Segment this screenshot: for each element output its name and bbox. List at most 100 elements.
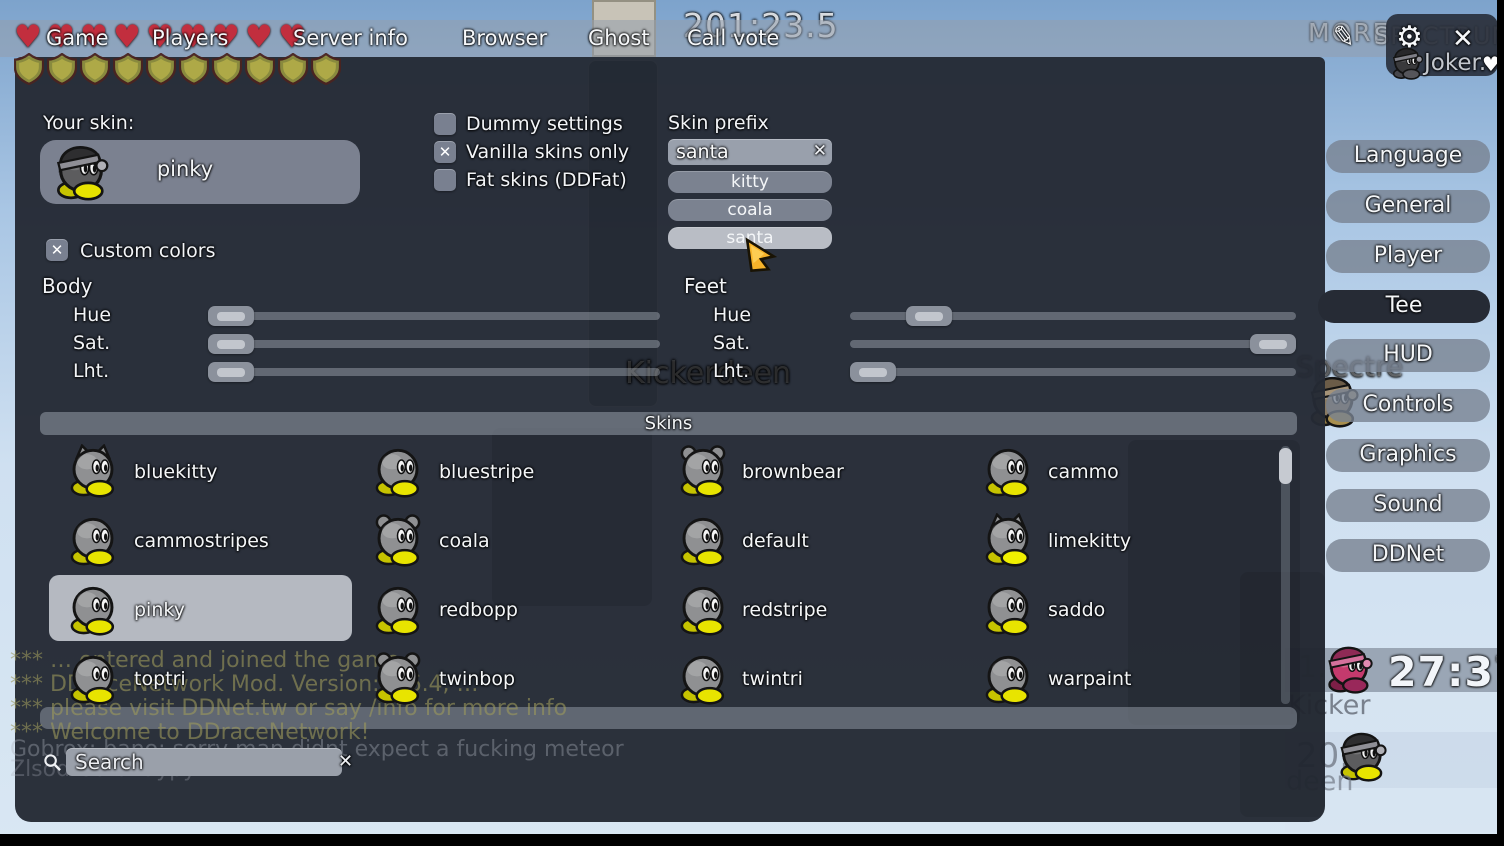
skins-scrollbar-track[interactable] <box>1281 446 1290 704</box>
clear-search-icon[interactable]: ✕ <box>338 751 353 772</box>
skin-icon[interactable] <box>676 651 730 705</box>
prefix-button-kitty[interactable]: kitty <box>668 171 832 193</box>
feet-lht-slider-handle[interactable] <box>850 362 896 382</box>
tab-sound[interactable]: Sound <box>1326 489 1490 522</box>
checkbox-mark: ✕ <box>51 241 64 259</box>
skin-item[interactable]: coala <box>439 530 490 552</box>
skin-icon[interactable] <box>676 582 730 636</box>
custom-colors-checkbox[interactable]: ✕ <box>46 239 68 261</box>
skin-icon[interactable] <box>66 444 120 498</box>
your-skin-tee-icon <box>52 143 110 201</box>
skins-header: Skins <box>40 412 1297 435</box>
skin-icon[interactable] <box>371 444 425 498</box>
custom-colors-label[interactable]: Custom colors <box>80 240 216 262</box>
tab-ddnet[interactable]: DDNet <box>1326 539 1490 572</box>
menu-server-info[interactable]: Server info <box>293 20 408 57</box>
skin-icon[interactable] <box>371 651 425 705</box>
your-skin-preview: pinky <box>40 140 360 204</box>
skin-icon[interactable] <box>66 513 120 567</box>
feet-sat-label: Sat. <box>713 332 750 354</box>
skin-item[interactable]: bluekitty <box>134 461 218 483</box>
body-lht-slider[interactable] <box>208 368 660 376</box>
world-label-joker: Joker. <box>1424 50 1486 76</box>
search-input[interactable]: Search <box>66 748 342 776</box>
skin-item[interactable]: default <box>742 530 809 552</box>
letterbox-bottom <box>0 834 1504 846</box>
skin-item[interactable]: bluestripe <box>439 461 534 483</box>
tab-general[interactable]: General <box>1326 190 1490 223</box>
skin-item[interactable]: brownbear <box>742 461 844 483</box>
shield-icon <box>245 53 275 89</box>
search-icon <box>43 753 62 772</box>
feet-sat-slider[interactable] <box>850 340 1296 348</box>
skins-scrollbar-thumb[interactable] <box>1279 448 1292 484</box>
menu-game[interactable]: Game <box>46 20 109 57</box>
tab-controls[interactable]: Controls <box>1326 389 1490 422</box>
scoreboard-time: 27:37 <box>1388 648 1504 696</box>
tab-hud[interactable]: HUD <box>1326 339 1490 372</box>
vanilla-skins-checkbox[interactable]: ✕ <box>434 141 456 163</box>
fat-skins-label[interactable]: Fat skins (DDFat) <box>466 169 627 191</box>
skin-item[interactable]: twintri <box>742 668 803 690</box>
menu-browser[interactable]: Browser <box>462 20 547 57</box>
feet-hue-slider-handle[interactable] <box>906 306 952 326</box>
body-sat-slider-handle[interactable] <box>208 334 254 354</box>
shield-icon <box>278 53 308 89</box>
menu-players[interactable]: Players <box>152 20 228 57</box>
skin-icon[interactable] <box>371 582 425 636</box>
feet-lht-slider[interactable] <box>850 368 1296 376</box>
shield-icon <box>179 53 209 89</box>
body-sat-slider[interactable] <box>208 340 660 348</box>
your-skin-label: Your skin: <box>43 112 134 134</box>
skin-item[interactable]: cammo <box>1048 461 1119 483</box>
heart-icon: ♥ <box>245 22 273 52</box>
tab-graphics[interactable]: Graphics <box>1326 439 1490 472</box>
tab-tee[interactable]: Tee <box>1318 290 1490 323</box>
joker-tee-avatar <box>1390 46 1424 80</box>
shield-icon <box>212 53 242 89</box>
shield-icon <box>47 53 77 89</box>
clear-prefix-icon[interactable]: ✕ <box>813 141 827 161</box>
shield-icon <box>146 53 176 89</box>
skin-item[interactable]: redstripe <box>742 599 827 621</box>
map-bg-patch <box>492 428 652 606</box>
feet-hue-label: Hue <box>713 304 751 326</box>
menu-call-vote[interactable]: Call vote <box>687 20 779 57</box>
menu-ghost[interactable]: Ghost <box>588 20 650 57</box>
tab-language[interactable]: Language <box>1326 140 1490 173</box>
heart-icon: ♥ <box>113 22 141 52</box>
skin-icon[interactable] <box>981 444 1035 498</box>
skin-item[interactable]: limekitty <box>1048 530 1131 552</box>
edit-pencil-icon[interactable]: ✎ <box>1330 19 1358 55</box>
skin-icon[interactable] <box>981 582 1035 636</box>
skin-item[interactable]: warpaint <box>1048 668 1131 690</box>
body-hue-slider[interactable] <box>208 312 660 320</box>
skin-item-selected[interactable]: pinky <box>134 599 185 621</box>
body-hue-slider-handle[interactable] <box>208 306 254 326</box>
body-hue-label: Hue <box>73 304 111 326</box>
skin-icon[interactable] <box>66 651 120 705</box>
skin-item[interactable]: twinbop <box>439 668 515 690</box>
skin-item[interactable]: toptri <box>134 668 186 690</box>
skin-item[interactable]: redbopp <box>439 599 518 621</box>
skin-icon[interactable] <box>981 513 1035 567</box>
prefix-button-coala[interactable]: coala <box>668 199 832 221</box>
dummy-settings-checkbox[interactable] <box>434 113 456 135</box>
skin-icon[interactable] <box>981 651 1035 705</box>
skin-prefix-input[interactable]: santa ✕ <box>668 139 832 165</box>
skin-icon[interactable] <box>66 582 120 636</box>
skin-icon[interactable] <box>676 513 730 567</box>
dummy-settings-label[interactable]: Dummy settings <box>466 113 623 135</box>
skin-prefix-value: santa <box>676 141 729 163</box>
fat-skins-checkbox[interactable] <box>434 169 456 191</box>
body-lht-slider-handle[interactable] <box>208 362 254 382</box>
tab-player[interactable]: Player <box>1326 240 1490 273</box>
shield-icon <box>113 53 143 89</box>
vanilla-skins-label[interactable]: Vanilla skins only <box>466 141 629 163</box>
feet-sat-slider-handle[interactable] <box>1250 334 1296 354</box>
skin-icon[interactable] <box>676 444 730 498</box>
skin-prefix-label: Skin prefix <box>668 112 769 134</box>
skin-icon[interactable] <box>371 513 425 567</box>
skin-item[interactable]: cammostripes <box>134 530 269 552</box>
skin-item[interactable]: saddo <box>1048 599 1105 621</box>
